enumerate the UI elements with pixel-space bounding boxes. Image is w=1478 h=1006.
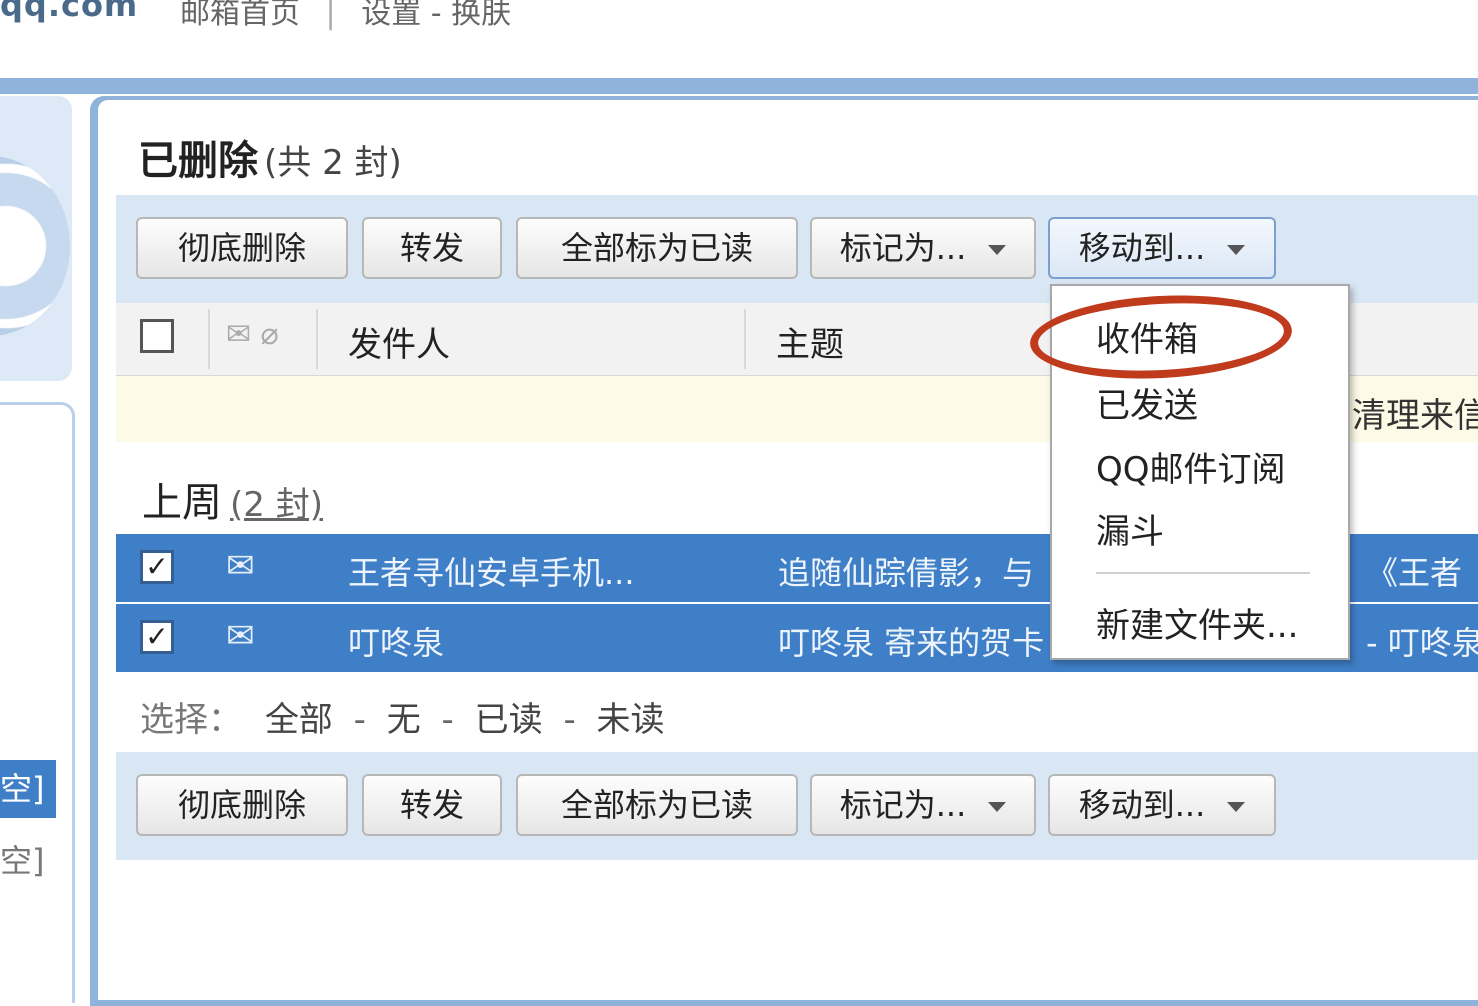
select-separator: -: [563, 700, 576, 740]
subject-column-header[interactable]: 主题: [776, 317, 844, 366]
column-divider: [316, 309, 318, 369]
move-to-label: 移动到...: [1078, 229, 1206, 267]
sidebar-folder-panel: [0, 402, 75, 1003]
select-all-checkbox[interactable]: [140, 319, 174, 353]
home-link[interactable]: 邮箱首页: [180, 0, 300, 31]
chevron-down-icon: [988, 802, 1007, 812]
select-separator: -: [441, 700, 454, 740]
mark-as-label: 标记为...: [839, 786, 967, 824]
select-all-link[interactable]: 全部: [265, 700, 333, 740]
forward-button[interactable]: 转发: [362, 774, 502, 836]
menu-item-sent[interactable]: 已发送: [1096, 378, 1198, 427]
envelope-attachment-icons: ✉ ⌀: [226, 317, 279, 352]
folder-count: (共 2 封): [264, 143, 402, 183]
mark-as-dropdown[interactable]: 标记为...: [810, 217, 1036, 279]
row-checkbox[interactable]: ✓: [140, 550, 174, 584]
mail-sender: 叮咚泉: [348, 624, 445, 662]
select-separator: -: [353, 700, 366, 740]
move-to-dropdown[interactable]: 移动到...: [1048, 217, 1276, 279]
envelope-open-icon: ✉: [226, 616, 255, 656]
mail-preview: - 叮咚泉: [1366, 624, 1478, 662]
select-unread-link[interactable]: 未读: [597, 700, 665, 740]
mark-all-read-button[interactable]: 全部标为已读: [516, 217, 798, 279]
menu-divider: [1096, 572, 1310, 574]
sidebar-logo-panel: [0, 96, 72, 381]
group-count-link[interactable]: (2 封): [230, 485, 323, 525]
envelope-open-icon: ✉: [226, 546, 255, 586]
link-separator: |: [325, 0, 336, 31]
forward-button[interactable]: 转发: [362, 217, 502, 279]
bottom-toolbar: 彻底删除 转发 全部标为已读 标记为... 移动到...: [116, 752, 1478, 860]
clean-mail-link[interactable]: 清理来信: [1352, 388, 1478, 437]
mark-all-read-button[interactable]: 全部标为已读: [516, 774, 798, 836]
select-read-link[interactable]: 已读: [475, 700, 543, 740]
move-to-label: 移动到...: [1078, 786, 1206, 824]
chevron-down-icon: [1227, 245, 1246, 255]
row-checkbox[interactable]: ✓: [140, 620, 174, 654]
mail-sender: 王者寻仙安卓手机...: [348, 554, 635, 592]
brand-logo: qq.com: [0, 0, 139, 24]
column-divider: [208, 309, 210, 369]
mail-preview: 《王者: [1366, 554, 1463, 592]
delete-forever-button[interactable]: 彻底删除: [136, 774, 348, 836]
sidebar-empty-link-selected[interactable]: 空]: [0, 760, 56, 818]
sender-column-header[interactable]: 发件人: [348, 317, 450, 366]
chevron-down-icon: [1227, 802, 1246, 812]
menu-item-funnel[interactable]: 漏斗: [1096, 504, 1164, 553]
sidebar-empty-link[interactable]: 空]: [0, 832, 56, 890]
settings-skin-link[interactable]: 设置 - 换肤: [361, 0, 511, 31]
column-divider: [744, 309, 746, 369]
folder-name: 已删除: [138, 138, 258, 184]
mark-as-dropdown[interactable]: 标记为...: [810, 774, 1036, 836]
swirl-logo-icon: [0, 156, 70, 336]
menu-item-qq-subscription[interactable]: QQ邮件订阅: [1096, 442, 1286, 491]
mark-as-label: 标记为...: [839, 229, 967, 267]
top-bar: qq.com 邮箱首页 | 设置 - 换肤: [0, 0, 1478, 80]
selection-bar: 选择： 全部 - 无 - 已读 - 未读: [140, 692, 665, 741]
folder-title: 已删除 (共 2 封): [138, 128, 402, 186]
select-none-link[interactable]: 无: [387, 700, 421, 740]
header-band: [0, 78, 1478, 94]
delete-forever-button[interactable]: 彻底删除: [136, 217, 348, 279]
menu-item-new-folder[interactable]: 新建文件夹...: [1096, 598, 1298, 647]
group-title: 上周: [142, 480, 222, 526]
top-links: 邮箱首页 | 设置 - 换肤: [180, 0, 511, 32]
chevron-down-icon: [988, 245, 1007, 255]
select-label: 选择：: [140, 700, 242, 740]
group-header-last-week: 上周 (2 封): [142, 470, 323, 528]
move-to-dropdown[interactable]: 移动到...: [1048, 774, 1276, 836]
